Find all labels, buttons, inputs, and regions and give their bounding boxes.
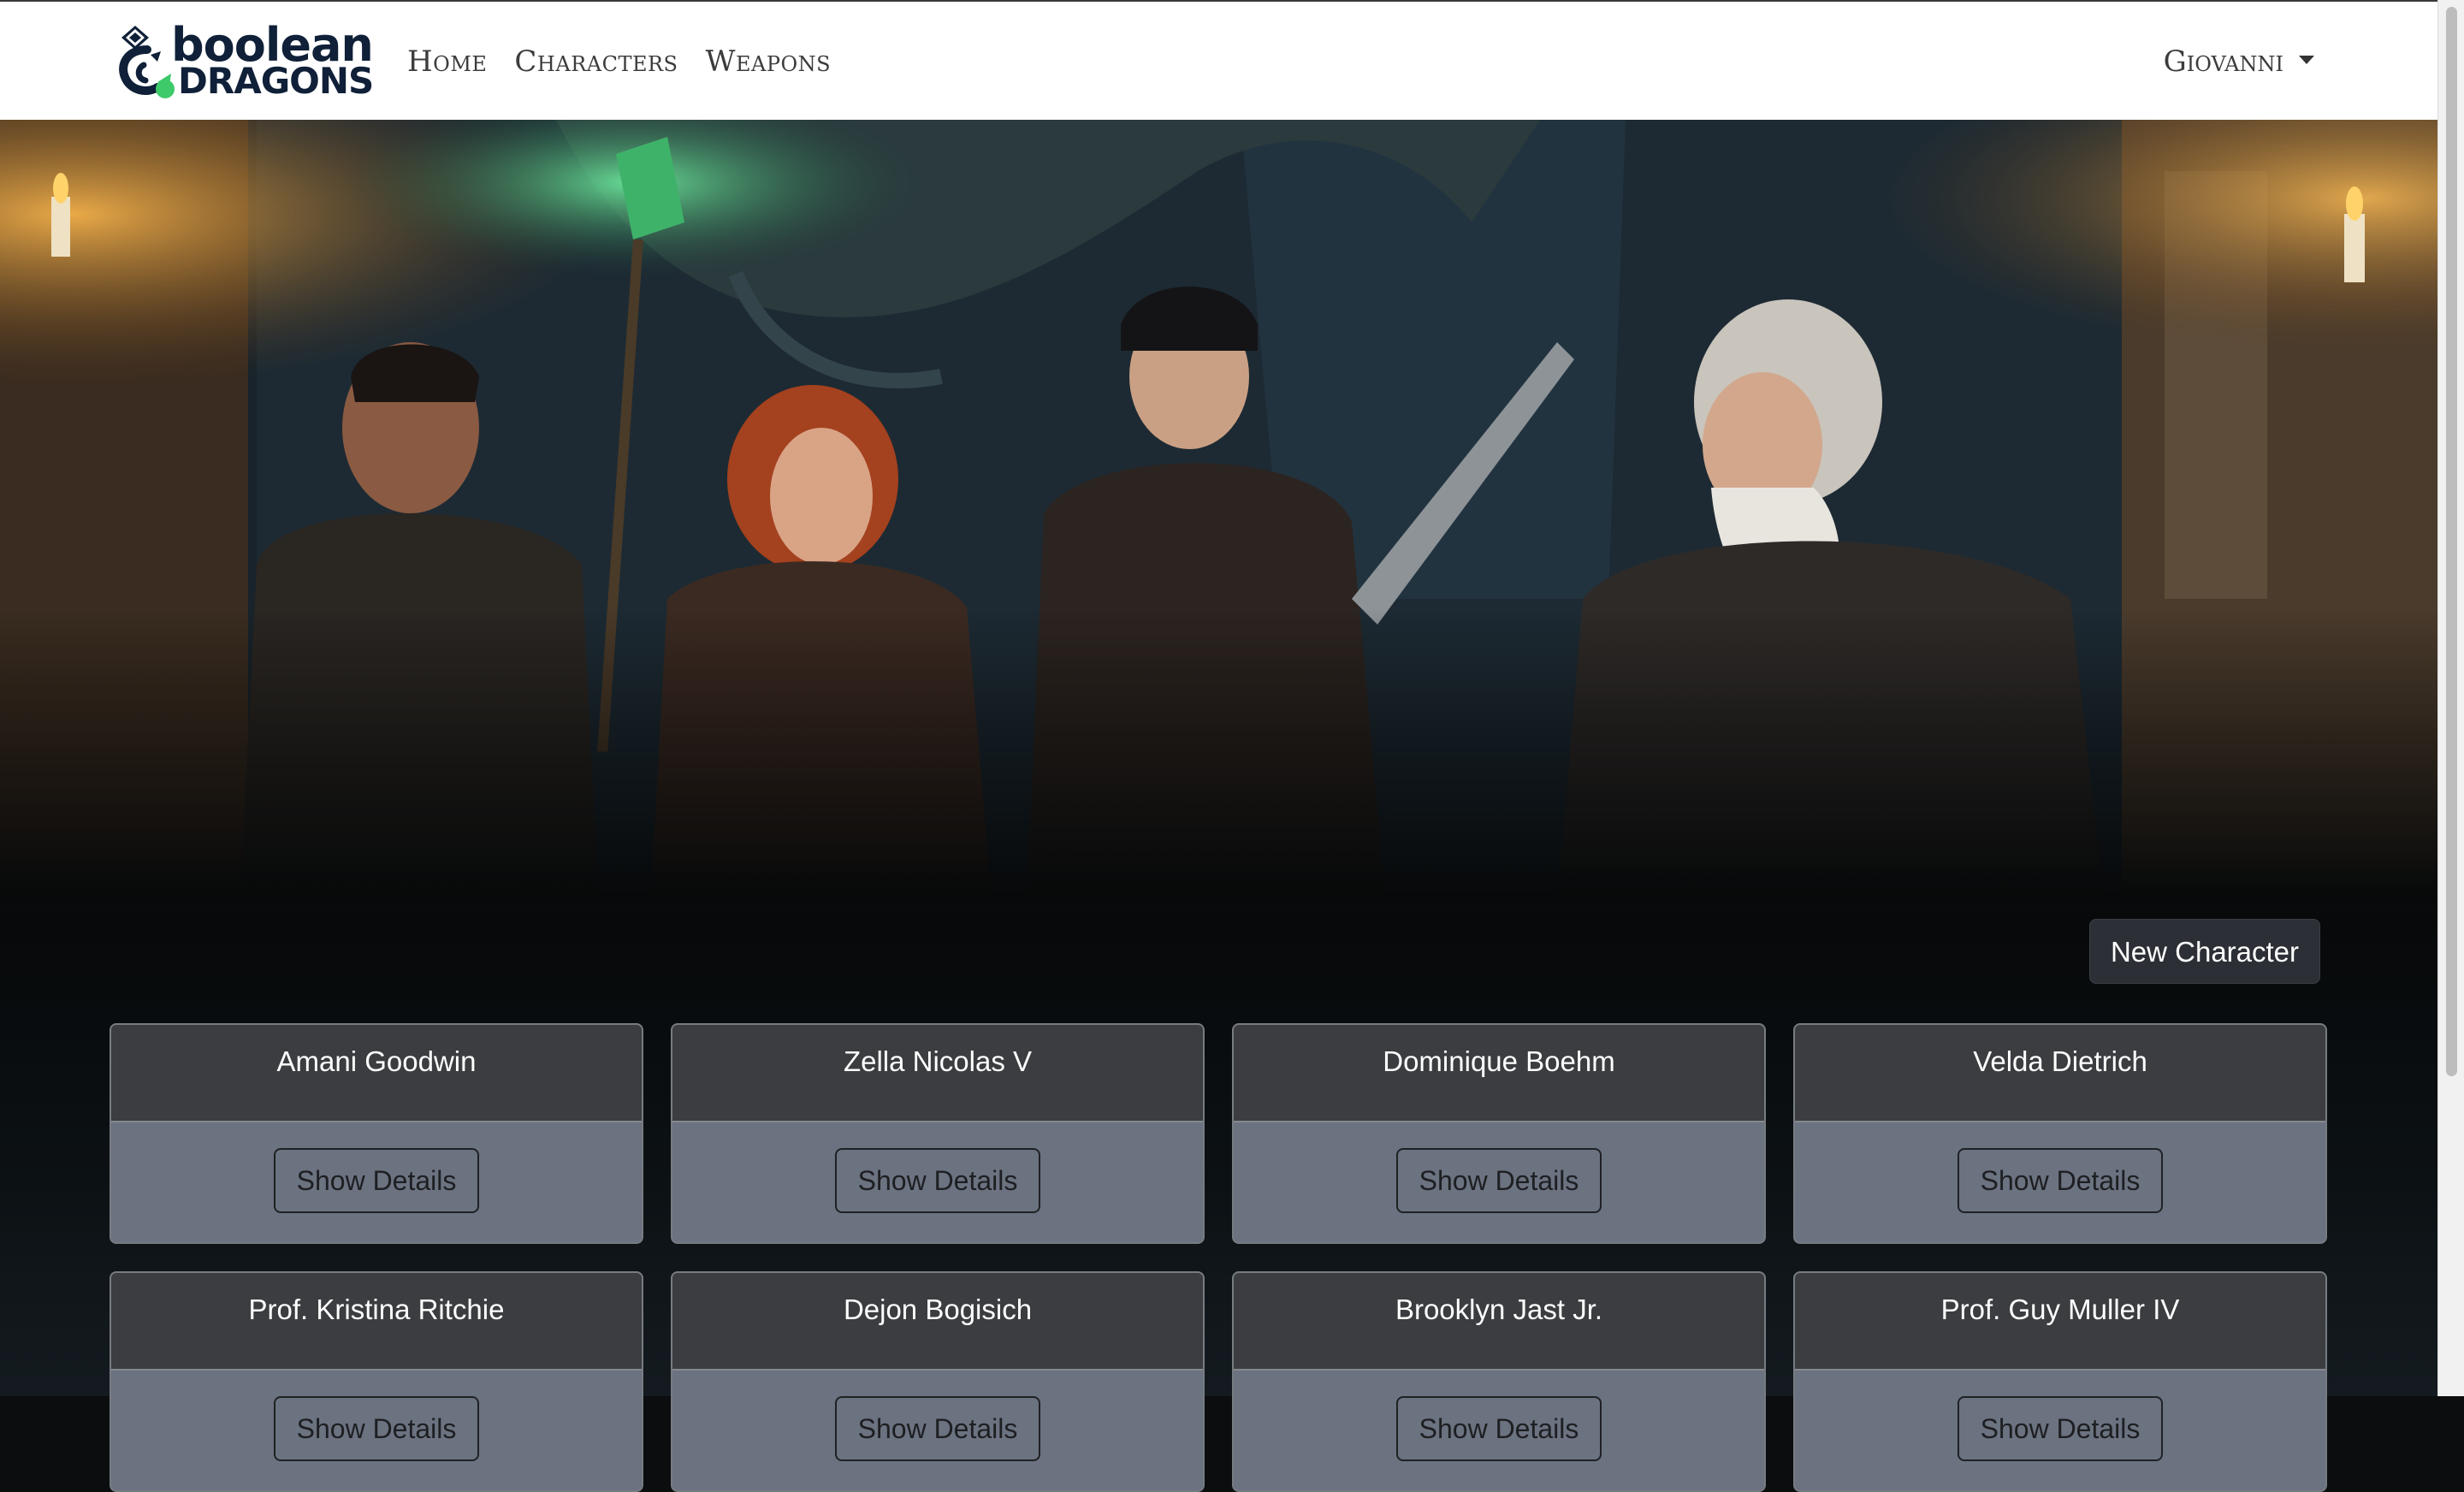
hero-banner-image: [0, 120, 2437, 907]
character-name: Dominique Boehm: [1234, 1025, 1764, 1122]
card-body: Show Details: [1234, 1122, 1764, 1242]
nav-home[interactable]: Home: [407, 44, 487, 79]
character-name: Prof. Guy Muller IV: [1795, 1273, 2325, 1371]
character-card: Dominique Boehm Show Details: [1232, 1023, 1766, 1244]
character-name: Velda Dietrich: [1795, 1025, 2325, 1122]
show-details-button[interactable]: Show Details: [1958, 1148, 2163, 1213]
scrollbar-thumb[interactable]: [2446, 7, 2457, 1076]
nav-weapons[interactable]: Weapons: [706, 44, 832, 79]
character-name: Amani Goodwin: [111, 1025, 642, 1122]
show-details-button[interactable]: Show Details: [274, 1148, 479, 1213]
card-body: Show Details: [672, 1371, 1203, 1490]
card-body: Show Details: [111, 1371, 642, 1490]
show-details-button[interactable]: Show Details: [1958, 1396, 2163, 1461]
character-name: Brooklyn Jast Jr.: [1234, 1273, 1764, 1371]
character-card: Amani Goodwin Show Details: [110, 1023, 643, 1244]
card-body: Show Details: [1795, 1371, 2325, 1490]
card-body: Show Details: [1795, 1122, 2325, 1242]
show-details-button[interactable]: Show Details: [1396, 1148, 1602, 1213]
main-nav: Home Characters Weapons: [407, 44, 831, 79]
new-character-button[interactable]: New Character: [2089, 919, 2320, 984]
top-navbar: boolean DRAGONS Home Characters Weapons …: [0, 0, 2437, 120]
character-card: Brooklyn Jast Jr. Show Details: [1232, 1271, 1766, 1492]
character-card: Prof. Kristina Ritchie Show Details: [110, 1271, 643, 1492]
character-name: Dejon Bogisich: [672, 1273, 1203, 1371]
page-scrollbar[interactable]: [2437, 0, 2464, 1396]
caret-down-icon: [2299, 56, 2314, 64]
character-card: Prof. Guy Muller IV Show Details: [1793, 1271, 2327, 1492]
nav-characters[interactable]: Characters: [514, 44, 678, 79]
character-name: Prof. Kristina Ritchie: [111, 1273, 642, 1371]
character-card: Velda Dietrich Show Details: [1793, 1023, 2327, 1244]
character-name: Zella Nicolas V: [672, 1025, 1203, 1122]
character-grid: Amani Goodwin Show Details Zella Nicolas…: [110, 1023, 2329, 1492]
user-dropdown[interactable]: Giovanni: [2164, 44, 2314, 79]
show-details-button[interactable]: Show Details: [835, 1148, 1040, 1213]
card-body: Show Details: [672, 1122, 1203, 1242]
card-body: Show Details: [111, 1122, 642, 1242]
show-details-button[interactable]: Show Details: [274, 1396, 479, 1461]
card-body: Show Details: [1234, 1371, 1764, 1490]
show-details-button[interactable]: Show Details: [835, 1396, 1040, 1461]
logo-wordmark-bottom: DRAGONS: [178, 60, 374, 102]
user-name: Giovanni: [2163, 44, 2283, 79]
character-card: Zella Nicolas V Show Details: [671, 1023, 1205, 1244]
character-card: Dejon Bogisich Show Details: [671, 1271, 1205, 1492]
show-details-button[interactable]: Show Details: [1396, 1396, 1602, 1461]
boolean-dragons-logo[interactable]: boolean DRAGONS: [118, 21, 374, 103]
